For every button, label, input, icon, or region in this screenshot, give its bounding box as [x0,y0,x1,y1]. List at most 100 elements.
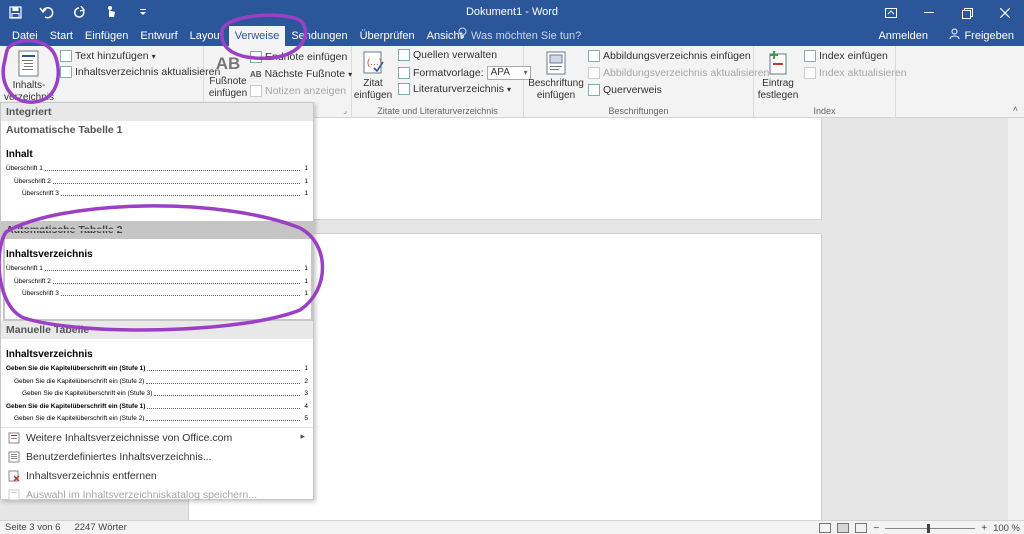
gallery-heading-manual: Manuelle Tabelle [1,321,313,339]
caption-icon [543,50,569,76]
tab-home[interactable]: Start [44,26,79,46]
zoom-level[interactable]: 100 % [993,523,1020,534]
next-footnote-label: Nächste Fußnote [264,68,346,80]
chevron-down-icon: ▾ [507,84,512,94]
toc-preview-line: Geben Sie die Kapitelüberschrift ein (St… [14,415,308,421]
group-index: Eintrag festlegen Index einfügen Index a… [754,46,907,118]
tab-file[interactable]: Datei [0,26,44,46]
style-icon [398,67,410,79]
ribbon-tabs: Datei Start Einfügen Entwurf Layout Verw… [0,26,469,46]
save-selection-label: Auswahl im Inhaltsverzeichniskatalog spe… [26,488,258,501]
office-icon [8,432,20,444]
mark-entry-button[interactable]: Eintrag festlegen [756,50,800,102]
bibliography-button[interactable]: Literaturverzeichnis ▾ [398,83,511,95]
zoom-in-icon[interactable]: + [981,523,987,534]
more-toc-office-item[interactable]: Weitere Inhaltsverzeichnisse von Office.… [1,428,313,447]
close-icon[interactable] [986,0,1024,26]
share-button[interactable]: Freigeben [949,26,1014,46]
gallery-heading-auto1: Automatische Tabelle 1 [1,121,313,139]
cross-reference-button[interactable]: Querverweis [588,84,662,96]
update-toc-icon [60,66,72,78]
status-bar: Seite 3 von 6 2247 Wörter − + 100 % [0,520,1024,534]
tab-references[interactable]: Verweise [228,26,286,46]
save-selection-item[interactable]: Auswahl im Inhaltsverzeichniskatalog spe… [1,485,313,504]
gallery-header-integrated: Integriert [1,103,313,121]
minimize-icon[interactable] [910,0,948,26]
manage-sources-label: Quellen verwalten [413,49,498,61]
zoom-slider[interactable] [885,523,976,533]
update-table-icon [588,67,600,79]
table-of-figures-icon [588,50,600,62]
tab-mailings[interactable]: Sendungen [285,26,353,46]
toc-button[interactable]: Inhalts- verzeichnis [4,50,54,104]
update-toc-button[interactable]: Inhaltsverzeichnis aktualisieren [60,66,220,78]
update-toc-label: Inhaltsverzeichnis aktualisieren [75,66,221,78]
insert-citation-button[interactable]: (…) Zitat einfügen [352,50,394,102]
word-count[interactable]: 2247 Wörter [74,522,126,533]
collapse-ribbon-icon[interactable]: ˄ [1013,104,1018,114]
remove-toc-label: Inhaltsverzeichnis entfernen [26,469,157,482]
insert-caption-label: Beschriftung einfügen [528,78,584,101]
tab-design[interactable]: Entwurf [134,26,183,46]
insert-table-of-figures-button[interactable]: Abbildungsverzeichnis einfügen [588,50,751,62]
insert-citation-label: Zitat einfügen [353,78,393,101]
insert-footnote-button[interactable]: AB Fußnote einfügen [208,52,248,100]
more-toc-office-label: Weitere Inhaltsverzeichnisse von Office.… [26,431,233,444]
print-layout-icon[interactable] [837,523,850,533]
toc-preview-line: Überschrift 31 [22,190,308,197]
insert-index-button[interactable]: Index einfügen [804,50,888,62]
next-footnote-button[interactable]: AB Nächste Fußnote ▾ [250,68,352,80]
captions-group-label: Beschriftungen [608,106,669,116]
toc-preview-line: Überschrift 11 [6,165,308,172]
read-mode-icon[interactable] [819,523,832,533]
vertical-scrollbar[interactable] [1008,118,1024,520]
zoom-out-icon[interactable]: − [873,523,879,534]
update-index-icon [804,67,816,79]
show-notes-button[interactable]: Notizen anzeigen [250,85,346,97]
toc-option-auto1[interactable]: Inhalt Überschrift 11 Überschrift 21 Übe… [6,149,308,201]
chevron-down-icon: ▾ [151,51,156,61]
toc-preview-line: Geben Sie die Kapitelüberschrift ein (St… [6,365,308,372]
remove-toc-item[interactable]: Inhaltsverzeichnis entfernen [1,466,313,485]
tell-me-text: Was möchten Sie tun? [471,30,582,42]
window-title: Dokument1 - Word [465,6,559,18]
insert-endnote-button[interactable]: Endnote einfügen [250,51,347,63]
group-citations: (…) Zitat einfügen Quellen verwalten For… [352,46,531,118]
style-select[interactable]: Formatvorlage: APA [398,66,531,80]
toc-option-auto2[interactable]: Inhaltsverzeichnis Überschrift 11 Übersc… [6,249,308,301]
bibliography-label: Literaturverzeichnis [413,83,505,95]
custom-toc-item[interactable]: Benutzerdefiniertes Inhaltsverzeichnis..… [1,447,313,466]
add-text-button[interactable]: Text hinzufügen ▾ [60,50,156,62]
tab-insert[interactable]: Einfügen [79,26,134,46]
status-right: − + 100 % [819,521,1020,534]
group-captions: Beschriftung einfügen Abbildungsverzeich… [524,46,769,118]
tab-review[interactable]: Überprüfen [354,26,421,46]
toc-preview-title: Inhalt [6,149,33,160]
web-layout-icon[interactable] [855,523,868,533]
insert-table-of-figures-label: Abbildungsverzeichnis einfügen [603,50,751,62]
style-label: Formatvorlage: [413,67,484,79]
update-table-button[interactable]: Abbildungsverzeichnis aktualisieren [588,67,769,79]
insert-caption-button[interactable]: Beschriftung einfügen [528,50,584,102]
mark-entry-label: Eintrag festlegen [757,78,799,101]
show-notes-label: Notizen anzeigen [265,85,347,97]
update-index-button[interactable]: Index aktualisieren [804,67,907,79]
toc-icon [16,50,42,77]
tab-layout[interactable]: Layout [184,26,229,46]
toc-option-manual[interactable]: Inhaltsverzeichnis Geben Sie die Kapitel… [6,349,308,421]
toc-button-label: Inhalts- verzeichnis [4,80,55,103]
sign-in-link[interactable]: Anmelden [878,26,928,46]
page-counter[interactable]: Seite 3 von 6 [5,522,60,533]
citation-icon: (…) [360,50,386,76]
update-table-label: Abbildungsverzeichnis aktualisieren [603,67,770,79]
insert-index-label: Index einfügen [819,50,888,62]
ribbon-tab-row: Datei Start Einfügen Entwurf Layout Verw… [0,26,1024,46]
ribbon-display-icon[interactable] [872,0,910,26]
cross-reference-icon [588,84,600,96]
manage-sources-button[interactable]: Quellen verwalten [398,49,497,61]
restore-icon[interactable] [948,0,986,26]
tell-me-box[interactable]: Was möchten Sie tun? [458,26,581,46]
dialog-launcher-icon[interactable]: ⌟ [343,106,347,115]
cross-reference-label: Querverweis [603,84,662,96]
toc-preview-line: Geben Sie die Kapitelüberschrift ein (St… [14,377,308,385]
